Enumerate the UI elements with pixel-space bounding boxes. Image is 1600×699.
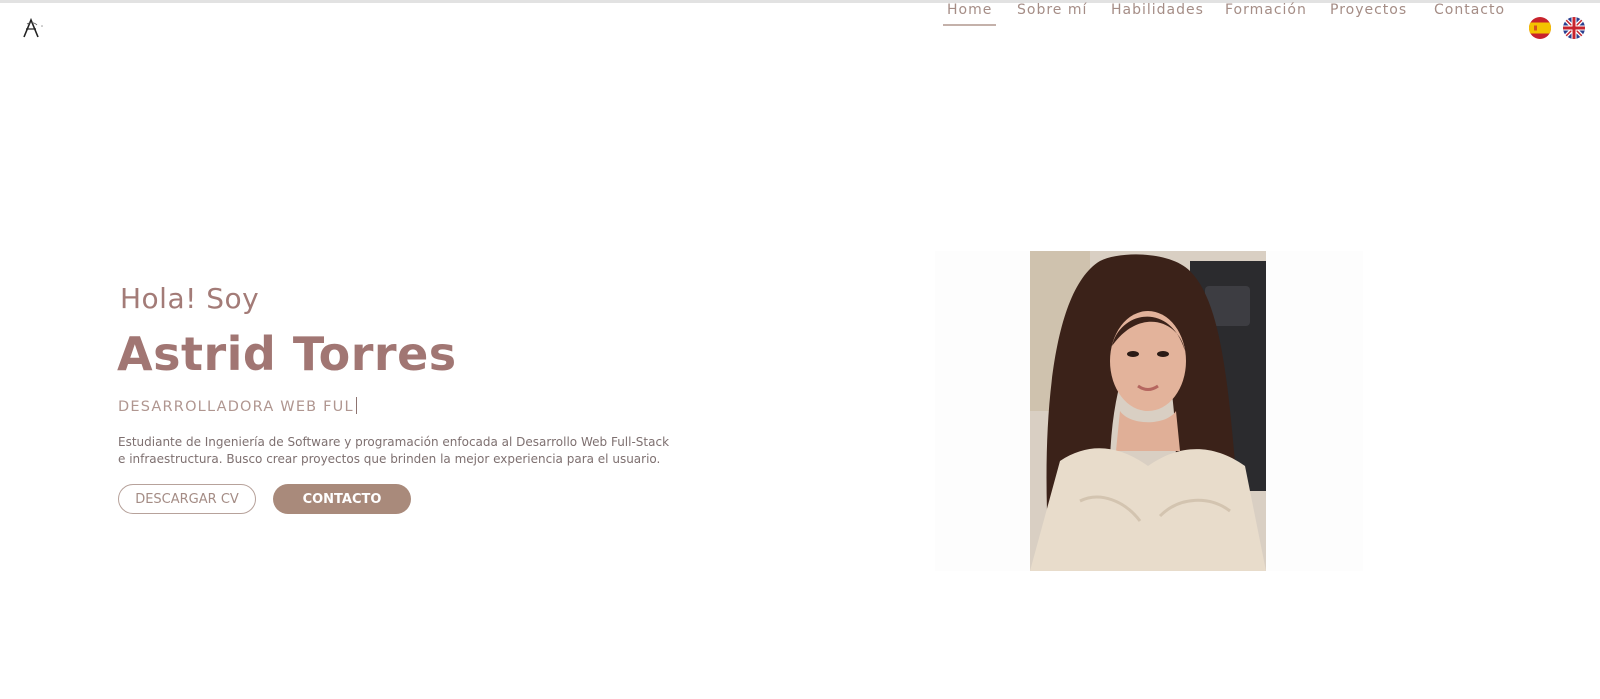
hero-greeting: Hola! Soy: [120, 282, 260, 315]
logo-icon[interactable]: [20, 17, 46, 41]
profile-photo: [1030, 251, 1266, 571]
es-flag-icon[interactable]: [1529, 17, 1551, 39]
nav-item-home[interactable]: Home: [942, 2, 997, 26]
typing-caret: [355, 397, 357, 414]
hero-name: Astrid Torres: [117, 327, 457, 381]
download-cv-button[interactable]: DESCARGAR CV: [118, 484, 256, 514]
nav-item-habilidades[interactable]: Habilidades: [1111, 2, 1204, 18]
hero-role-text: DESARROLLADORA WEB FUL: [118, 399, 354, 415]
contact-button[interactable]: CONTACTO: [273, 484, 411, 514]
hero-role: DESARROLLADORA WEB FUL: [118, 397, 357, 415]
nav-item-proyectos[interactable]: Proyectos: [1330, 2, 1407, 18]
nav-item-formacion[interactable]: Formación: [1225, 2, 1307, 18]
nav-item-sobre-mi[interactable]: Sobre mí: [1017, 2, 1087, 18]
nav-item-contacto[interactable]: Contacto: [1434, 2, 1505, 18]
uk-flag-icon[interactable]: [1563, 17, 1585, 39]
hero-description: Estudiante de Ingeniería de Software y p…: [118, 435, 670, 466]
